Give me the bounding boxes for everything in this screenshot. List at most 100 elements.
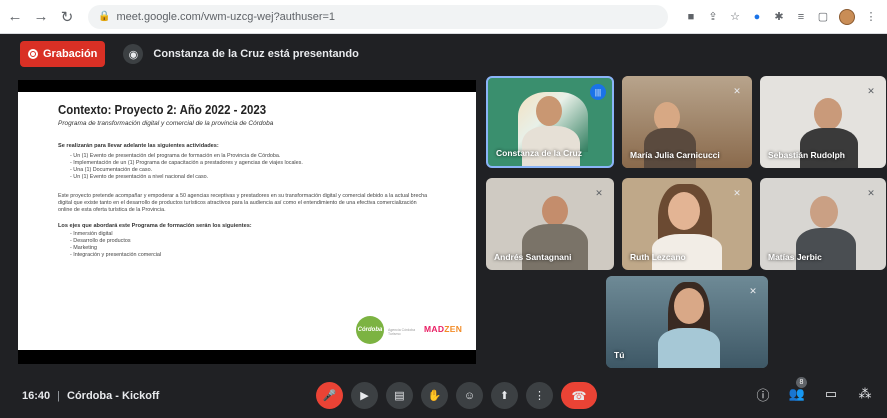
participant-name: Sebastián Rudolph — [768, 150, 845, 160]
mic-off-icon: ✕ — [749, 285, 757, 296]
browser-toolbar: ← → ↻ 🔒 meet.google.com/vwm-uzcg-wej?aut… — [0, 0, 887, 34]
activities-button[interactable]: ⁂ — [855, 384, 875, 404]
mic-off-icon: ✕ — [733, 187, 741, 198]
share-icon[interactable]: ⇪ — [707, 11, 719, 23]
list-item: Un (1) Evento de presentación del progra… — [70, 153, 446, 160]
people-count-badge: 8 — [796, 377, 807, 388]
self-view-tile[interactable]: ✕ Tú — [606, 276, 768, 368]
captions-button[interactable]: ▤ — [386, 382, 413, 409]
reactions-button[interactable]: ☺ — [456, 382, 483, 409]
participant-tile[interactable]: ✕ María Julia Carnicucci — [622, 76, 752, 168]
captions-icon: ▤ — [394, 390, 405, 402]
cordoba-logo: Córdoba — [356, 316, 384, 344]
mic-off-icon: ✕ — [867, 187, 875, 198]
participant-name: María Julia Carnicucci — [630, 150, 720, 160]
madzen-logo: MADZEN — [424, 324, 463, 334]
profile-avatar[interactable] — [839, 8, 855, 25]
participant-tile[interactable]: ✕ Ruth Lezcano — [622, 178, 752, 270]
participant-face — [814, 98, 842, 130]
participant-tile[interactable]: ||| Constanza de la Cruz — [486, 76, 614, 168]
speaking-icon: ||| — [590, 84, 606, 100]
menu-dots-icon[interactable]: ⋮ — [865, 11, 877, 23]
list-item: Implementación de un (1) Programa de cap… — [70, 160, 446, 167]
participant-name: Ruth Lezcano — [630, 252, 686, 262]
participant-name: Constanza de la Cruz — [496, 148, 582, 158]
slide: Contexto: Proyecto 2: Año 2022 - 2023 Pr… — [18, 92, 476, 350]
call-controls: 🎤 ▶ ▤ ✋ ☺ ⬆ ⋮ ☎ — [316, 382, 597, 409]
meet-header: Grabación ◉ Constanza de la Cruz está pr… — [0, 34, 887, 74]
participant-body — [644, 128, 696, 168]
axes-list: Inmersión digital Desarrollo de producto… — [70, 231, 446, 259]
present-icon: ⬆ — [499, 390, 510, 402]
separator: | — [57, 390, 60, 402]
people-button[interactable]: 👥 8 — [787, 377, 807, 404]
participant-face — [668, 192, 700, 230]
list-item: Inmersión digital — [70, 231, 446, 238]
participant-face — [542, 196, 568, 226]
cordoba-logo-subtitle: Agencia Córdoba Turismo — [388, 328, 416, 336]
participant-name: Matías Jerbic — [768, 252, 822, 262]
list-item: Un (1) Evento de presentación a nivel na… — [70, 174, 446, 181]
list-item: Desarrollo de productos — [70, 238, 446, 245]
chat-button[interactable]: ▭ — [821, 384, 841, 404]
participant-body — [522, 224, 588, 270]
meeting-controls-bar: 16:40 | Córdoba - Kickoff 🎤 ▶ ▤ ✋ ☺ ⬆ ⋮ … — [0, 374, 887, 418]
slide-title: Contexto: Proyecto 2: Año 2022 - 2023 — [58, 102, 267, 117]
info-icon: ⓘ — [756, 387, 770, 403]
more-options-button[interactable]: ⋮ — [526, 382, 553, 409]
mic-toggle-button[interactable]: 🎤 — [316, 382, 343, 409]
mic-off-icon: ✕ — [733, 85, 741, 96]
phone-hangup-icon: ☎ — [571, 388, 587, 403]
participant-tile[interactable]: ✕ Andrés Santagnani — [486, 178, 614, 270]
mic-off-icon: ✕ — [867, 85, 875, 96]
participant-tile[interactable]: ✕ Sebastián Rudolph — [760, 76, 886, 168]
extension-blue-icon[interactable]: ● — [751, 11, 763, 23]
activities-list: Un (1) Evento de presentación del progra… — [70, 153, 446, 181]
chat-icon: ▭ — [824, 386, 838, 401]
participant-face — [536, 96, 562, 126]
star-icon[interactable]: ☆ — [729, 11, 741, 23]
record-icon — [28, 49, 38, 59]
participant-face — [674, 288, 704, 324]
hand-icon: ✋ — [427, 390, 442, 402]
slide-subtitle: Programa de transformación digital y com… — [58, 120, 274, 127]
url-text: meet.google.com/vwm-uzcg-wej?authuser=1 — [116, 10, 336, 23]
more-vert-icon: ⋮ — [534, 390, 545, 402]
activities-icon: ⁂ — [858, 386, 872, 401]
participant-body — [658, 328, 720, 368]
reload-icon[interactable]: ↻ — [56, 6, 78, 28]
camera-toggle-button[interactable]: ▶ — [351, 382, 378, 409]
mic-off-icon: ✕ — [595, 187, 603, 198]
arrow-left-icon[interactable]: ← — [4, 6, 26, 28]
emoji-icon: ☺ — [463, 389, 476, 402]
meeting-name: Córdoba - Kickoff — [67, 390, 160, 402]
recording-button[interactable]: Grabación — [20, 41, 106, 67]
leave-call-button[interactable]: ☎ — [561, 382, 597, 409]
camera-icon: ▶ — [360, 390, 369, 402]
lock-icon[interactable]: 🔒 — [98, 11, 110, 22]
participant-name: Tú — [614, 350, 625, 360]
extension-puzzle-icon[interactable]: ✱ — [773, 11, 785, 23]
participant-body — [796, 228, 856, 270]
axes-heading: Los ejes que abordará este Programa de f… — [58, 223, 252, 229]
meeting-details-button[interactable]: ⓘ — [753, 384, 773, 404]
media-icon[interactable]: ≡ — [795, 11, 807, 23]
camera-icon[interactable]: ■ — [685, 11, 697, 23]
participant-tile[interactable]: ✕ Matías Jerbic — [760, 178, 886, 270]
side-controls: ⓘ 👥 8 ▭ ⁂ — [753, 377, 875, 404]
slide-paragraph: Este proyecto pretende acompañar y empod… — [58, 193, 428, 213]
extensions-area: ■ ⇪ ☆ ● ✱ ≡ ▢ ⋮ — [685, 8, 887, 25]
list-item: Marketing — [70, 245, 446, 252]
sidebar-icon[interactable]: ▢ — [817, 11, 829, 23]
arrow-right-icon[interactable]: → — [30, 6, 52, 28]
people-icon: 👥 — [788, 386, 806, 401]
presenting-text: Constanza de la Cruz está presentando — [153, 48, 359, 60]
participant-body — [522, 126, 580, 166]
presentation-area: Contexto: Proyecto 2: Año 2022 - 2023 Pr… — [18, 80, 476, 364]
raise-hand-button[interactable]: ✋ — [421, 382, 448, 409]
present-screen-button[interactable]: ⬆ — [491, 382, 518, 409]
presenting-icon: ◉ — [123, 44, 144, 64]
activities-heading: Se realizarán para llevar adelante las s… — [58, 143, 219, 149]
meeting-time: 16:40 — [22, 390, 51, 402]
address-bar[interactable]: 🔒 meet.google.com/vwm-uzcg-wej?authuser=… — [88, 4, 668, 29]
